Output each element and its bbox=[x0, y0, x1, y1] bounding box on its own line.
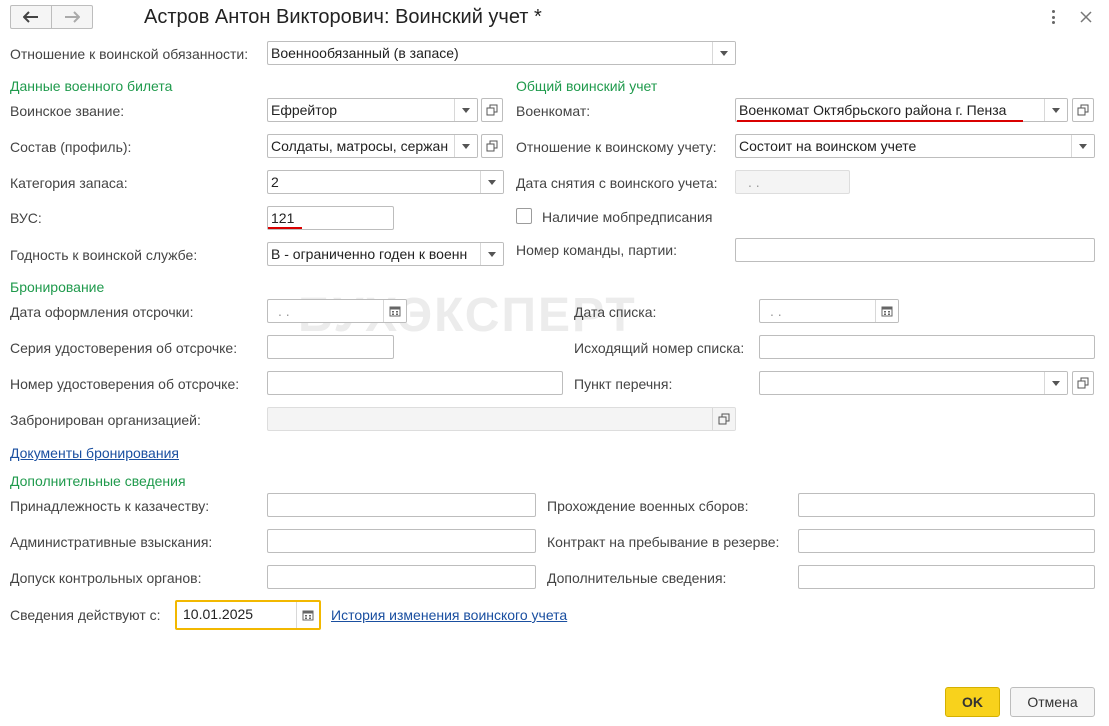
cert-number-input[interactable] bbox=[267, 371, 563, 395]
chevron-down-icon[interactable] bbox=[1044, 99, 1067, 121]
control-access-label: Допуск контрольных органов: bbox=[10, 570, 202, 586]
removal-date-value: . . bbox=[748, 174, 760, 190]
history-link[interactable]: История изменения воинского учета bbox=[331, 606, 567, 624]
list-date-input[interactable]: . . bbox=[759, 299, 899, 323]
open-window-icon bbox=[486, 140, 498, 152]
booked-by-label: Забронирован организацией: bbox=[10, 412, 201, 428]
extra-info-label: Дополнительные сведения: bbox=[547, 570, 727, 586]
deferral-date-label: Дата оформления отсрочки: bbox=[10, 304, 194, 320]
composition-label: Состав (профиль): bbox=[10, 139, 132, 155]
arrow-right-icon bbox=[65, 11, 80, 23]
open-window-icon bbox=[486, 104, 498, 116]
outgoing-number-input[interactable] bbox=[759, 335, 1095, 359]
page-title: Астров Антон Викторович: Воинский учет * bbox=[144, 6, 542, 28]
deferral-date-value: . . bbox=[278, 303, 290, 319]
calendar-icon[interactable] bbox=[296, 602, 319, 628]
commissariat-underline bbox=[737, 120, 1023, 122]
reserve-contract-input[interactable] bbox=[798, 529, 1095, 553]
removal-date-label: Дата снятия с воинского учета: bbox=[516, 175, 718, 191]
booking-documents-link[interactable]: Документы бронирования bbox=[10, 444, 179, 462]
booked-by-input[interactable] bbox=[267, 407, 736, 431]
cossack-label: Принадлежность к казачеству: bbox=[10, 498, 210, 514]
open-window-icon bbox=[1077, 377, 1089, 389]
rank-value: Ефрейтор bbox=[271, 102, 338, 118]
ok-button[interactable]: OK bbox=[945, 687, 1000, 717]
relation-label: Отношение к воинской обязанности: bbox=[10, 46, 249, 62]
training-label: Прохождение военных сборов: bbox=[547, 498, 749, 514]
chevron-down-icon[interactable] bbox=[712, 42, 735, 64]
effective-label: Сведения действуют с: bbox=[10, 607, 161, 623]
arrow-left-icon bbox=[23, 11, 38, 23]
control-access-input[interactable] bbox=[267, 565, 536, 589]
chevron-down-icon[interactable] bbox=[454, 135, 477, 157]
list-item-label: Пункт перечня: bbox=[574, 376, 673, 392]
effective-date-input[interactable]: 10.01.2025 bbox=[175, 600, 321, 630]
chevron-down-icon[interactable] bbox=[1044, 372, 1067, 394]
calendar-icon[interactable] bbox=[875, 300, 898, 322]
mob-order-label: Наличие мобпредписания bbox=[542, 209, 713, 225]
open-window-icon bbox=[1077, 104, 1089, 116]
more-vertical-icon[interactable] bbox=[1046, 8, 1060, 26]
fitness-value: В - ограниченно годен к военн bbox=[271, 246, 468, 262]
composition-value: Солдаты, матросы, сержан bbox=[271, 138, 449, 154]
list-date-value: . . bbox=[770, 303, 782, 319]
open-window-icon[interactable] bbox=[712, 408, 735, 430]
commissariat-select[interactable]: Военкомат Октябрьского района г. Пенза bbox=[735, 98, 1068, 122]
relation-accounting-value: Состоит на воинском учете bbox=[739, 138, 917, 154]
rank-label: Воинское звание: bbox=[10, 103, 125, 119]
fitness-select[interactable]: В - ограниченно годен к военн bbox=[267, 242, 504, 266]
list-date-label: Дата списка: bbox=[574, 304, 657, 320]
relation-value: Военнообязанный (в запасе) bbox=[271, 45, 459, 61]
fitness-label: Годность к воинской службе: bbox=[10, 247, 198, 263]
training-input[interactable] bbox=[798, 493, 1095, 517]
category-value: 2 bbox=[271, 174, 279, 190]
list-item-select[interactable] bbox=[759, 371, 1068, 395]
deferral-date-input[interactable]: . . bbox=[267, 299, 407, 323]
cert-series-label: Серия удостоверения об отсрочке: bbox=[10, 340, 238, 356]
composition-open-button[interactable] bbox=[481, 134, 503, 158]
penalties-label: Административные взыскания: bbox=[10, 534, 213, 550]
relation-accounting-select[interactable]: Состоит на воинском учете bbox=[735, 134, 1095, 158]
chevron-down-icon[interactable] bbox=[1071, 135, 1094, 157]
chevron-down-icon[interactable] bbox=[480, 171, 503, 193]
cert-series-input[interactable] bbox=[267, 335, 394, 359]
calendar-icon[interactable] bbox=[383, 300, 406, 322]
military-ticket-section: Данные военного билета bbox=[10, 78, 173, 94]
team-number-label: Номер команды, партии: bbox=[516, 242, 677, 258]
rank-select[interactable]: Ефрейтор bbox=[267, 98, 478, 122]
team-number-input[interactable] bbox=[735, 238, 1095, 262]
relation-accounting-label: Отношение к воинскому учету: bbox=[516, 139, 717, 155]
chevron-down-icon[interactable] bbox=[480, 243, 503, 265]
chevron-down-icon[interactable] bbox=[454, 99, 477, 121]
close-icon[interactable] bbox=[1080, 10, 1092, 26]
outgoing-number-label: Исходящий номер списка: bbox=[574, 340, 745, 356]
general-section: Общий воинский учет bbox=[516, 78, 658, 94]
cancel-button[interactable]: Отмена bbox=[1010, 687, 1095, 717]
booking-section: Бронирование bbox=[10, 279, 105, 295]
extra-info-input[interactable] bbox=[798, 565, 1095, 589]
relation-select[interactable]: Военнообязанный (в запасе) bbox=[267, 41, 736, 65]
effective-date-value: 10.01.2025 bbox=[183, 606, 254, 622]
category-select[interactable]: 2 bbox=[267, 170, 504, 194]
cossack-input[interactable] bbox=[267, 493, 536, 517]
removal-date-input[interactable]: . . bbox=[735, 170, 850, 194]
list-item-open-button[interactable] bbox=[1072, 371, 1094, 395]
vus-label: ВУС: bbox=[10, 210, 42, 226]
commissariat-label: Военкомат: bbox=[516, 103, 591, 119]
vus-underline bbox=[268, 227, 302, 229]
penalties-input[interactable] bbox=[267, 529, 536, 553]
cert-number-label: Номер удостоверения об отсрочке: bbox=[10, 376, 240, 392]
back-button[interactable] bbox=[10, 5, 52, 29]
vus-value: 121 bbox=[271, 210, 295, 226]
rank-open-button[interactable] bbox=[481, 98, 503, 122]
composition-select[interactable]: Солдаты, матросы, сержан bbox=[267, 134, 478, 158]
commissariat-open-button[interactable] bbox=[1072, 98, 1094, 122]
forward-button[interactable] bbox=[51, 5, 93, 29]
additional-section: Дополнительные сведения bbox=[10, 473, 186, 489]
reserve-contract-label: Контракт на пребывание в резерве: bbox=[547, 534, 780, 550]
category-label: Категория запаса: bbox=[10, 175, 128, 191]
commissariat-value: Военкомат Октябрьского района г. Пенза bbox=[739, 102, 1007, 118]
mob-order-checkbox[interactable] bbox=[516, 208, 532, 224]
